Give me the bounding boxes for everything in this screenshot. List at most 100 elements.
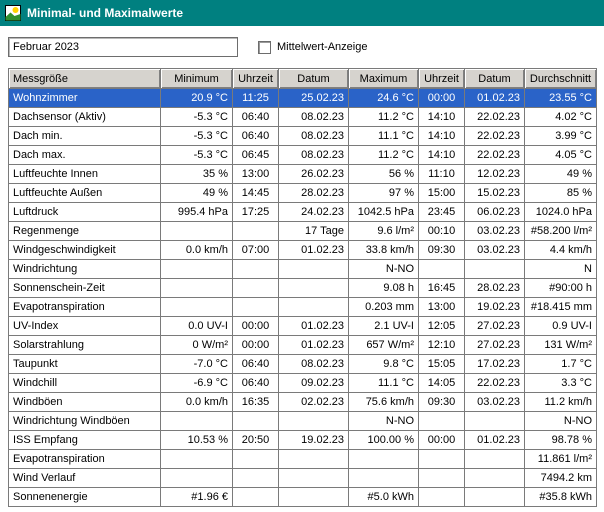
cell-maximum: 11.1 °C [349, 127, 419, 146]
mittelwert-checkbox-label[interactable]: Mittelwert-Anzeige [277, 41, 367, 53]
table-row[interactable]: Sonnenenergie #1.96 € #5.0 kWh #35.8 kWh [9, 488, 597, 507]
table-row[interactable]: Dachsensor (Aktiv) -5.3 °C 06:40 08.02.2… [9, 108, 597, 127]
cell-messgroesse: Solarstrahlung [9, 336, 161, 355]
cell-max-uhrzeit: 00:00 [419, 89, 465, 108]
cell-max-uhrzeit: 09:30 [419, 241, 465, 260]
column-header-durchschnitt[interactable]: Durchschnitt [525, 69, 597, 89]
cell-messgroesse: Windchill [9, 374, 161, 393]
table-row[interactable]: Windgeschwindigkeit 0.0 km/h 07:00 01.02… [9, 241, 597, 260]
cell-durchschnitt: N [525, 260, 597, 279]
period-input[interactable] [8, 37, 238, 57]
table-row[interactable]: Luftfeuchte Innen 35 % 13:00 26.02.23 56… [9, 165, 597, 184]
table-row[interactable]: Wohnzimmer 20.9 °C 11:25 25.02.23 24.6 °… [9, 89, 597, 108]
table-row[interactable]: UV-Index 0.0 UV-I 00:00 01.02.23 2.1 UV-… [9, 317, 597, 336]
cell-durchschnitt: 23.55 °C [525, 89, 597, 108]
minmax-table: Messgröße Minimum Uhrzeit Datum Maximum … [8, 68, 597, 507]
cell-maximum: N-NO [349, 260, 419, 279]
cell-max-datum: 01.02.23 [465, 89, 525, 108]
column-header-maximum[interactable]: Maximum [349, 69, 419, 89]
cell-max-datum: 22.02.23 [465, 374, 525, 393]
app-icon[interactable] [5, 5, 21, 21]
cell-minimum: 10.53 % [161, 431, 233, 450]
cell-min-datum: 08.02.23 [279, 355, 349, 374]
column-header-messgroesse[interactable]: Messgröße [9, 69, 161, 89]
cell-max-datum: 27.02.23 [465, 336, 525, 355]
cell-durchschnitt: 4.4 km/h [525, 241, 597, 260]
mittelwert-checkbox[interactable] [258, 41, 271, 54]
cell-max-uhrzeit: 16:45 [419, 279, 465, 298]
table-row[interactable]: Luftfeuchte Außen 49 % 14:45 28.02.23 97… [9, 184, 597, 203]
cell-durchschnitt: 1.7 °C [525, 355, 597, 374]
mittelwert-checkbox-group[interactable]: Mittelwert-Anzeige [258, 41, 367, 54]
column-header-max-datum[interactable]: Datum [465, 69, 525, 89]
cell-messgroesse: Dach min. [9, 127, 161, 146]
cell-min-datum [279, 260, 349, 279]
table-row[interactable]: Dach max. -5.3 °C 06:45 08.02.23 11.2 °C… [9, 146, 597, 165]
cell-messgroesse: ISS Empfang [9, 431, 161, 450]
column-header-minimum[interactable]: Minimum [161, 69, 233, 89]
table-row[interactable]: Windrichtung N-NO N [9, 260, 597, 279]
table-row[interactable]: Windböen 0.0 km/h 16:35 02.02.23 75.6 km… [9, 393, 597, 412]
cell-maximum: 2.1 UV-I [349, 317, 419, 336]
table-row[interactable]: Dach min. -5.3 °C 06:40 08.02.23 11.1 °C… [9, 127, 597, 146]
cell-maximum: 1042.5 hPa [349, 203, 419, 222]
cell-max-datum: 03.02.23 [465, 241, 525, 260]
table-row[interactable]: Regenmenge 17 Tage 9.6 l/m² 00:10 03.02.… [9, 222, 597, 241]
cell-min-uhrzeit [233, 450, 279, 469]
table-row[interactable]: Evapotranspiration 0.203 mm 13:00 19.02.… [9, 298, 597, 317]
table-row[interactable]: Evapotranspiration 11.861 l/m² [9, 450, 597, 469]
cell-minimum [161, 450, 233, 469]
cell-min-uhrzeit [233, 469, 279, 488]
cell-min-uhrzeit [233, 279, 279, 298]
cell-messgroesse: Regenmenge [9, 222, 161, 241]
table-row[interactable]: ISS Empfang 10.53 % 20:50 19.02.23 100.0… [9, 431, 597, 450]
cell-max-datum [465, 260, 525, 279]
cell-min-uhrzeit: 06:40 [233, 355, 279, 374]
cell-max-uhrzeit: 15:05 [419, 355, 465, 374]
cell-messgroesse: Luftfeuchte Außen [9, 184, 161, 203]
cell-min-datum: 01.02.23 [279, 241, 349, 260]
window-titlebar: Minimal- und Maximalwerte [0, 0, 604, 26]
cell-max-datum: 22.02.23 [465, 146, 525, 165]
table-row[interactable]: Luftdruck 995.4 hPa 17:25 24.02.23 1042.… [9, 203, 597, 222]
cell-min-datum: 25.02.23 [279, 89, 349, 108]
cell-max-uhrzeit [419, 469, 465, 488]
cell-minimum: -5.3 °C [161, 127, 233, 146]
cell-durchschnitt: 98.78 % [525, 431, 597, 450]
cell-min-uhrzeit: 06:40 [233, 127, 279, 146]
cell-max-uhrzeit: 14:10 [419, 127, 465, 146]
column-header-min-uhrzeit[interactable]: Uhrzeit [233, 69, 279, 89]
cell-min-datum [279, 469, 349, 488]
cell-max-uhrzeit: 00:00 [419, 431, 465, 450]
cell-min-uhrzeit [233, 298, 279, 317]
column-header-min-datum[interactable]: Datum [279, 69, 349, 89]
table-row[interactable]: Taupunkt -7.0 °C 06:40 08.02.23 9.8 °C 1… [9, 355, 597, 374]
cell-maximum: #5.0 kWh [349, 488, 419, 507]
cell-max-uhrzeit: 11:10 [419, 165, 465, 184]
cell-durchschnitt: 85 % [525, 184, 597, 203]
cell-maximum: 97 % [349, 184, 419, 203]
cell-messgroesse: Windrichtung [9, 260, 161, 279]
cell-minimum [161, 412, 233, 431]
cell-minimum: 0 W/m² [161, 336, 233, 355]
cell-minimum [161, 222, 233, 241]
table-row[interactable]: Windchill -6.9 °C 06:40 09.02.23 11.1 °C… [9, 374, 597, 393]
table-row[interactable]: Solarstrahlung 0 W/m² 00:00 01.02.23 657… [9, 336, 597, 355]
table-row[interactable]: Sonnenschein-Zeit 9.08 h 16:45 28.02.23 … [9, 279, 597, 298]
cell-min-uhrzeit: 06:40 [233, 374, 279, 393]
cell-maximum: 56 % [349, 165, 419, 184]
column-header-max-uhrzeit[interactable]: Uhrzeit [419, 69, 465, 89]
table-row[interactable]: Windrichtung Windböen N-NO N-NO [9, 412, 597, 431]
cell-min-uhrzeit [233, 260, 279, 279]
cell-max-datum: 22.02.23 [465, 108, 525, 127]
table-row[interactable]: Wind Verlauf 7494.2 km [9, 469, 597, 488]
cell-maximum: 9.08 h [349, 279, 419, 298]
cell-max-datum [465, 488, 525, 507]
cell-min-uhrzeit: 13:00 [233, 165, 279, 184]
cell-min-uhrzeit: 06:40 [233, 108, 279, 127]
cell-durchschnitt: #18.415 mm [525, 298, 597, 317]
cell-max-datum [465, 469, 525, 488]
cell-durchschnitt: N-NO [525, 412, 597, 431]
cell-min-datum: 02.02.23 [279, 393, 349, 412]
cell-min-uhrzeit: 14:45 [233, 184, 279, 203]
